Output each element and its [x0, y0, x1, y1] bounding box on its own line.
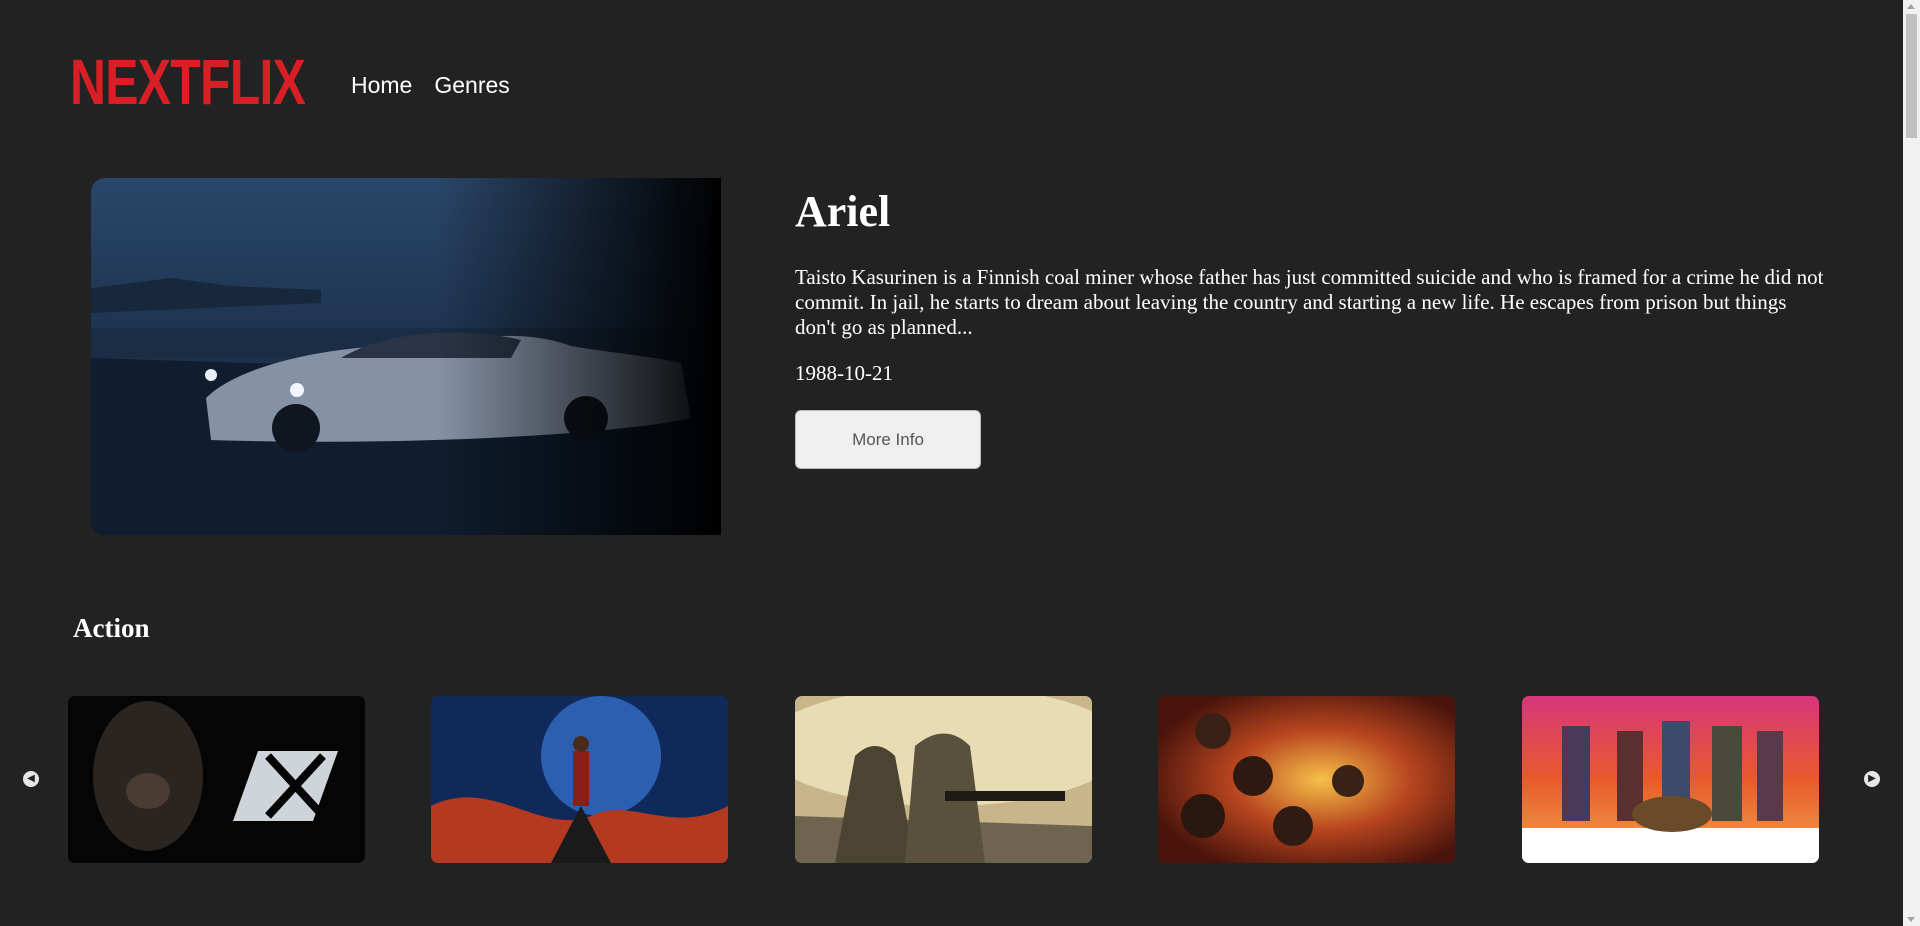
vertical-scrollbar[interactable]: [1903, 0, 1920, 926]
row-title: Action: [73, 613, 150, 643]
scroll-up-icon[interactable]: [1907, 4, 1915, 9]
logo[interactable]: NEXTFLIX: [70, 46, 306, 118]
nav-genres[interactable]: Genres: [434, 72, 509, 99]
more-info-button[interactable]: More Info: [795, 410, 981, 469]
hero-description: Taisto Kasurinen is a Finnish coal miner…: [795, 265, 1824, 339]
chevron-right-icon[interactable]: ▶: [1864, 771, 1880, 787]
scroll-down-icon[interactable]: [1907, 917, 1915, 922]
movie-card[interactable]: [1522, 696, 1819, 863]
hero-backdrop-image: [91, 178, 721, 535]
main-nav: Home Genres: [351, 72, 510, 99]
hero-title: Ariel: [795, 187, 891, 236]
movie-card[interactable]: [68, 696, 365, 863]
movie-card[interactable]: [1158, 696, 1455, 863]
nav-home[interactable]: Home: [351, 72, 412, 99]
chevron-left-icon[interactable]: ◀: [23, 771, 39, 787]
page: NEXTFLIX Home Genres Ariel Taisto Kasuri…: [0, 0, 1920, 926]
scrollbar-thumb[interactable]: [1906, 14, 1917, 138]
hero-release-date: 1988-10-21: [795, 361, 893, 385]
movie-card[interactable]: [795, 696, 1092, 863]
movie-card[interactable]: [431, 696, 728, 863]
